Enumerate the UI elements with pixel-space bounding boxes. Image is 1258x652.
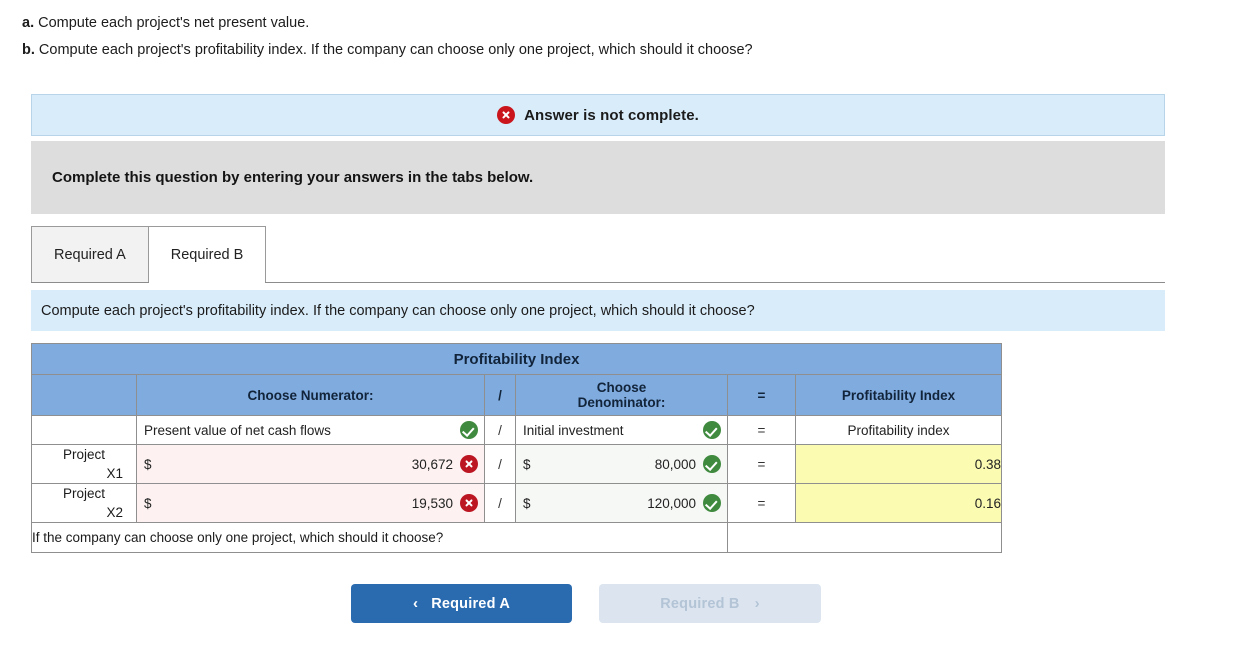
required-a-prev-label: Required A	[431, 595, 510, 612]
table-title: Profitability Index	[30, 343, 1003, 375]
denominator-input-x2[interactable]: $ 120,000	[515, 483, 728, 523]
row-label-project-x1: Project X1	[31, 444, 137, 484]
stem-a-label: a.	[22, 15, 35, 31]
denominator-value-x2: 120,000	[647, 495, 696, 511]
stem-b-text: Compute each project's profitability ind…	[34, 42, 753, 58]
chevron-right-icon: ›	[754, 595, 760, 612]
numerator-select-cell[interactable]: Present value of net cash flows	[136, 415, 485, 445]
row-equals-x2: =	[727, 483, 796, 523]
check-circle-green-icon	[703, 494, 721, 512]
answer-status-text: Answer is not complete.	[524, 106, 699, 124]
x-circle-red-icon	[460, 494, 478, 512]
header-denominator-line2: Denominator:	[577, 395, 666, 410]
header-blank	[31, 374, 137, 416]
result-label: Profitability index	[794, 415, 1003, 445]
currency-symbol: $	[523, 456, 531, 472]
x-circle-red-icon	[497, 106, 516, 124]
table-row: Project X1 $ 30,672 / $ 80,000 = 0.38	[31, 444, 1003, 484]
question-stem: a. Compute each project's net present va…	[22, 10, 1222, 64]
numerator-select-value: Present value of net cash flows	[144, 422, 331, 438]
tab-required-b-label: Required B	[170, 246, 244, 263]
result-value-x2: 0.16	[794, 483, 1003, 523]
check-circle-green-icon	[703, 421, 721, 439]
row-equals-x1: =	[727, 444, 796, 484]
table-formula-row: Present value of net cash flows / Initia…	[31, 415, 1003, 445]
formula-slash: /	[484, 415, 516, 445]
tab-required-a[interactable]: Required A	[31, 226, 149, 282]
x-circle-red-icon	[460, 455, 478, 473]
stem-line-a: a. Compute each project's net present va…	[22, 10, 1222, 37]
row-slash-x1: /	[484, 444, 516, 484]
denominator-value-x1: 80,000	[654, 456, 696, 472]
header-profitability-index: Profitability Index	[794, 374, 1003, 416]
numerator-value-x2: 19,530	[411, 495, 453, 511]
header-denominator-line1: Choose	[596, 380, 647, 395]
profitability-index-table: Profitability Index Choose Numerator: / …	[30, 343, 1003, 553]
denominator-select-cell[interactable]: Initial investment	[515, 415, 728, 445]
row-label-project-x2: Project X2	[31, 483, 137, 523]
currency-symbol: $	[523, 495, 531, 511]
answer-status-banner: Answer is not complete.	[31, 94, 1165, 136]
table-title-row: Profitability Index	[30, 343, 1003, 375]
required-a-prev-button[interactable]: ‹ Required A	[351, 584, 572, 623]
row-label-line2: X2	[106, 505, 123, 520]
tab-prompt-text: Compute each project's profitability ind…	[41, 302, 755, 319]
header-choose-numerator: Choose Numerator:	[136, 374, 485, 416]
question-page: a. Compute each project's net present va…	[0, 0, 1258, 652]
currency-symbol: $	[144, 456, 152, 472]
numerator-input-x2[interactable]: $ 19,530	[136, 483, 485, 523]
instruction-box: Complete this question by entering your …	[31, 141, 1165, 214]
check-circle-green-icon	[460, 421, 478, 439]
stem-a-text: Compute each project's net present value…	[34, 15, 310, 31]
currency-symbol: $	[144, 495, 152, 511]
table-footer-row: If the company can choose only one proje…	[31, 522, 1003, 553]
tab-navigation: ‹ Required A Required B ›	[351, 584, 821, 623]
footer-question-text: If the company can choose only one proje…	[31, 522, 728, 553]
tab-required-a-label: Required A	[54, 246, 126, 263]
chevron-left-icon: ‹	[412, 595, 419, 612]
denominator-input-x1[interactable]: $ 80,000	[515, 444, 728, 484]
numerator-value-x1: 30,672	[411, 456, 453, 472]
stem-line-b: b. Compute each project's profitability …	[22, 37, 1222, 64]
header-equals: =	[727, 374, 796, 416]
required-b-next-button[interactable]: Required B ›	[599, 584, 821, 623]
instruction-text: Complete this question by entering your …	[52, 169, 534, 186]
row-label-line2: X1	[106, 466, 123, 481]
formula-equals: =	[727, 415, 796, 445]
tab-required-b[interactable]: Required B	[147, 226, 267, 283]
tab-bar: Required A Required B	[31, 226, 1165, 283]
stem-b-label: b.	[22, 42, 35, 58]
row-slash-x2: /	[484, 483, 516, 523]
numerator-input-x1[interactable]: $ 30,672	[136, 444, 485, 484]
table-row: Project X2 $ 19,530 / $ 120,000 = 0.16	[31, 483, 1003, 523]
formula-row-blank	[31, 415, 137, 445]
row-label-line1: Project	[62, 447, 106, 462]
header-slash: /	[484, 374, 516, 416]
result-value-x1: 0.38	[794, 444, 1003, 484]
footer-answer-input[interactable]	[726, 522, 1003, 553]
denominator-select-value: Initial investment	[523, 422, 624, 438]
required-b-next-label: Required B	[660, 595, 740, 612]
check-circle-green-icon	[703, 455, 721, 473]
row-label-line1: Project	[62, 486, 106, 501]
table-header-row: Choose Numerator: / Choose Denominator: …	[31, 374, 1003, 416]
tab-prompt-bar: Compute each project's profitability ind…	[31, 290, 1165, 331]
header-choose-denominator: Choose Denominator:	[515, 374, 728, 416]
